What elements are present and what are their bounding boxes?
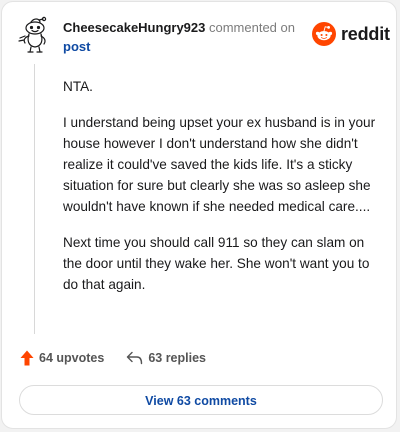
comment-actions: 64 upvotes 63 replies	[20, 350, 206, 366]
view-comments-button[interactable]: View 63 comments	[19, 385, 383, 415]
reddit-logo[interactable]: reddit	[312, 22, 390, 46]
thread-line	[34, 64, 35, 334]
reddit-wordmark: reddit	[341, 24, 390, 44]
comment-paragraph: Next time you should call 911 so they ca…	[63, 235, 370, 292]
post-link[interactable]: post	[63, 37, 303, 56]
comment-paragraph: I understand being upset your ex husband…	[63, 115, 376, 214]
replies-button[interactable]: 63 replies	[126, 351, 206, 365]
comment-action-text: commented on	[208, 20, 295, 35]
username-link[interactable]: CheesecakeHungry923	[63, 20, 205, 35]
comment-header: CheesecakeHungry923 commented on post	[63, 18, 303, 56]
comment-card: CheesecakeHungry923 commented on post re…	[1, 1, 397, 429]
reply-count: 63 replies	[148, 351, 206, 365]
upvote-arrow-icon	[20, 350, 34, 366]
avatar[interactable]	[17, 16, 51, 54]
reddit-snoo-icon	[312, 22, 336, 46]
upvote-button[interactable]: 64 upvotes	[20, 350, 104, 366]
snoo-avatar-icon	[18, 16, 47, 53]
reply-arrow-icon	[127, 351, 143, 365]
comment-paragraph: NTA.	[63, 79, 93, 94]
upvote-count: 64 upvotes	[39, 351, 105, 365]
comment-body: NTA. I understand being upset your ex hu…	[63, 76, 385, 310]
